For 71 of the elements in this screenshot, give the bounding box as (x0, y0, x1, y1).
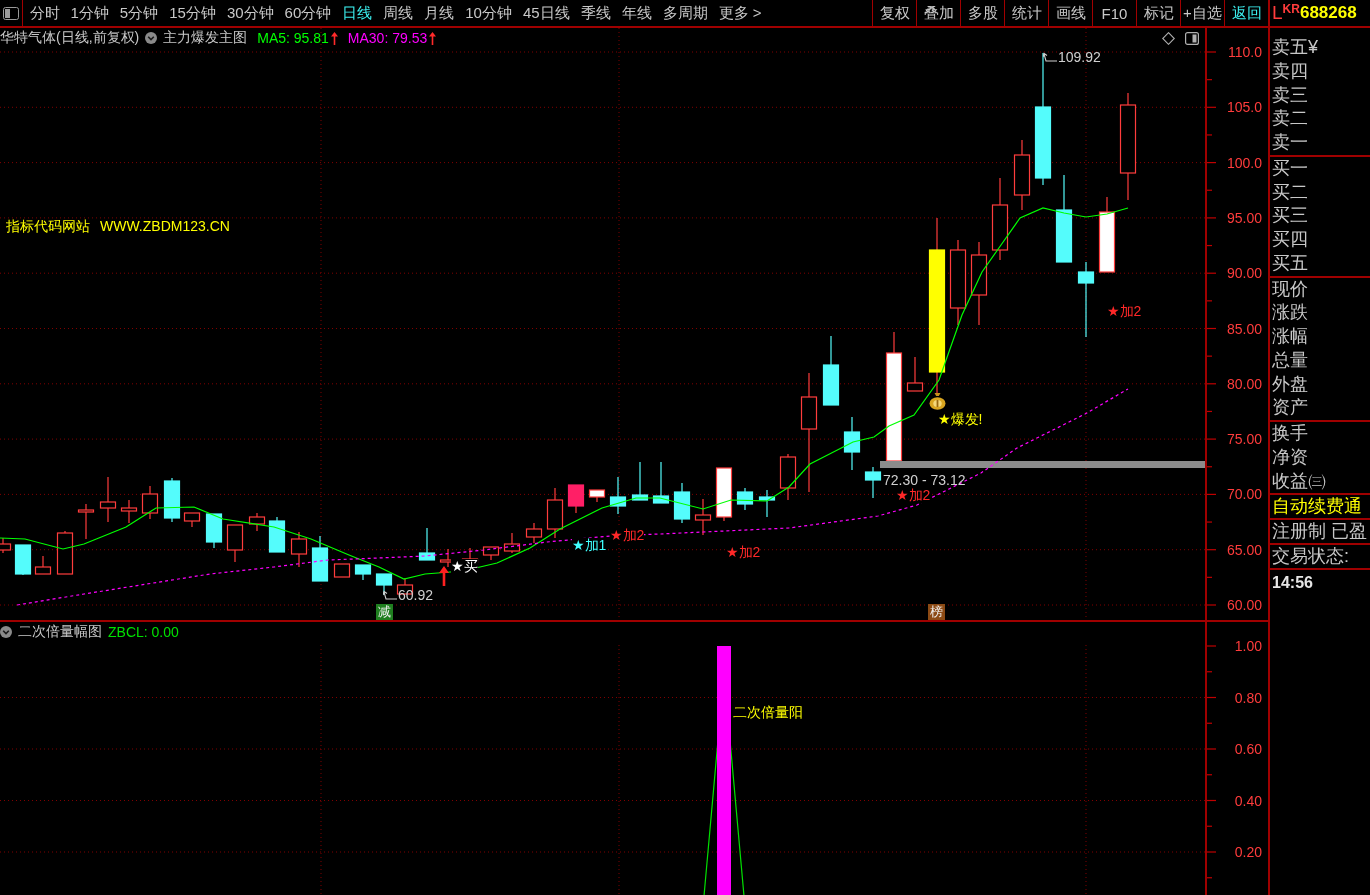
quote-label: 现价 (1271, 277, 1309, 301)
axis-label: 105.0 (1226, 99, 1262, 116)
axis-label: 65.00 (1226, 541, 1262, 558)
quote-label: 卖二 (1271, 107, 1309, 131)
toolbar-button[interactable]: 统计 (1004, 0, 1048, 26)
toolbar-button[interactable]: +自选 (1180, 0, 1224, 26)
more-button[interactable]: 更多 > (713, 0, 768, 26)
axis-label: 85.00 (1226, 320, 1262, 337)
board-tag: KR (1282, 2, 1300, 16)
period-tab[interactable]: 45日线 (517, 0, 576, 26)
indicator-title: 二次倍量幅图 (18, 623, 102, 641)
period-tab[interactable]: 季线 (575, 0, 617, 26)
chevron-down-icon[interactable] (0, 626, 12, 638)
axis-label: 0.20 (1234, 844, 1262, 860)
quote-label: 涨跌 (1271, 301, 1309, 325)
quote-label: 外盘 (1271, 372, 1309, 396)
market-prefix: L (1272, 2, 1283, 24)
period-tab[interactable]: 周线 (377, 0, 419, 26)
notice-text: 交易状态: (1270, 545, 1370, 571)
quote-label: 买五 (1271, 251, 1309, 275)
axis-label: 70.00 (1226, 486, 1262, 503)
toolbar-button[interactable]: 画线 (1048, 0, 1092, 26)
axis-label: 110.0 (1228, 44, 1262, 60)
quote-label: 卖三 (1271, 83, 1309, 107)
quote-label: 资产 (1271, 396, 1309, 420)
toolbar-button[interactable]: 复权 (872, 0, 916, 26)
toolbar-button[interactable]: F10 (1092, 0, 1136, 26)
indicator-signal-label: 二次倍量阳 (733, 704, 803, 720)
axis-label: 0.60 (1234, 741, 1262, 757)
quote-label: 卖一 (1271, 131, 1309, 154)
period-tab[interactable]: 年线 (616, 0, 658, 26)
period-tab[interactable]: 分时 (24, 0, 65, 26)
quote-label: 净资 (1271, 445, 1309, 469)
notice-text: 注册制 已盈 (1270, 520, 1370, 546)
period-tab[interactable]: 日线 (336, 0, 378, 26)
toolbar-button[interactable]: 返回 (1224, 0, 1268, 26)
period-tab[interactable]: 月线 (418, 0, 460, 26)
indicator-value: ZBCL: 0.00 (108, 624, 179, 640)
quote-label: 买三 (1271, 204, 1309, 228)
period-tab[interactable]: 5分钟 (114, 0, 164, 26)
period-tab[interactable]: 15分钟 (163, 0, 222, 26)
axis-label: 75.00 (1226, 431, 1262, 448)
period-tab[interactable]: 10分钟 (459, 0, 518, 26)
axis-label: 95.00 (1226, 209, 1262, 226)
toolbar-button[interactable]: 标记 (1136, 0, 1180, 26)
axis-label: 60.00 (1226, 597, 1262, 613)
period-tab[interactable]: 1分钟 (65, 0, 115, 26)
quote-label: 涨幅 (1271, 325, 1309, 348)
quote-label: 买四 (1271, 228, 1309, 251)
quote-label: 收益㈢ (1271, 469, 1327, 493)
time-label: 14:56 (1271, 573, 1314, 594)
quote-label: 买二 (1271, 180, 1309, 204)
sidebar-toggle-icon[interactable] (3, 6, 19, 20)
period-tab[interactable]: 60分钟 (279, 0, 337, 26)
quote-label: 总量 (1271, 348, 1309, 372)
axis-label: 80.00 (1226, 375, 1262, 392)
axis-label: 0.40 (1234, 792, 1262, 809)
quote-label: 买一 (1271, 156, 1309, 180)
period-tab[interactable]: 多周期 (657, 0, 714, 26)
period-tab[interactable]: 30分钟 (221, 0, 280, 26)
quote-label: 卖五¥ (1271, 36, 1319, 59)
quote-label: 换手 (1271, 422, 1309, 445)
toolbar-button[interactable]: 叠加 (916, 0, 960, 26)
axis-label: 90.00 (1226, 265, 1262, 282)
stock-code: 688268 (1299, 3, 1357, 23)
axis-label: 0.80 (1234, 689, 1262, 706)
quote-label: 卖四 (1271, 59, 1309, 83)
axis-label: 100.0 (1226, 154, 1262, 171)
axis-label: 1.00 (1234, 638, 1262, 654)
toolbar-button[interactable]: 多股 (960, 0, 1004, 26)
notice-text: 自动续费通 (1270, 495, 1370, 521)
